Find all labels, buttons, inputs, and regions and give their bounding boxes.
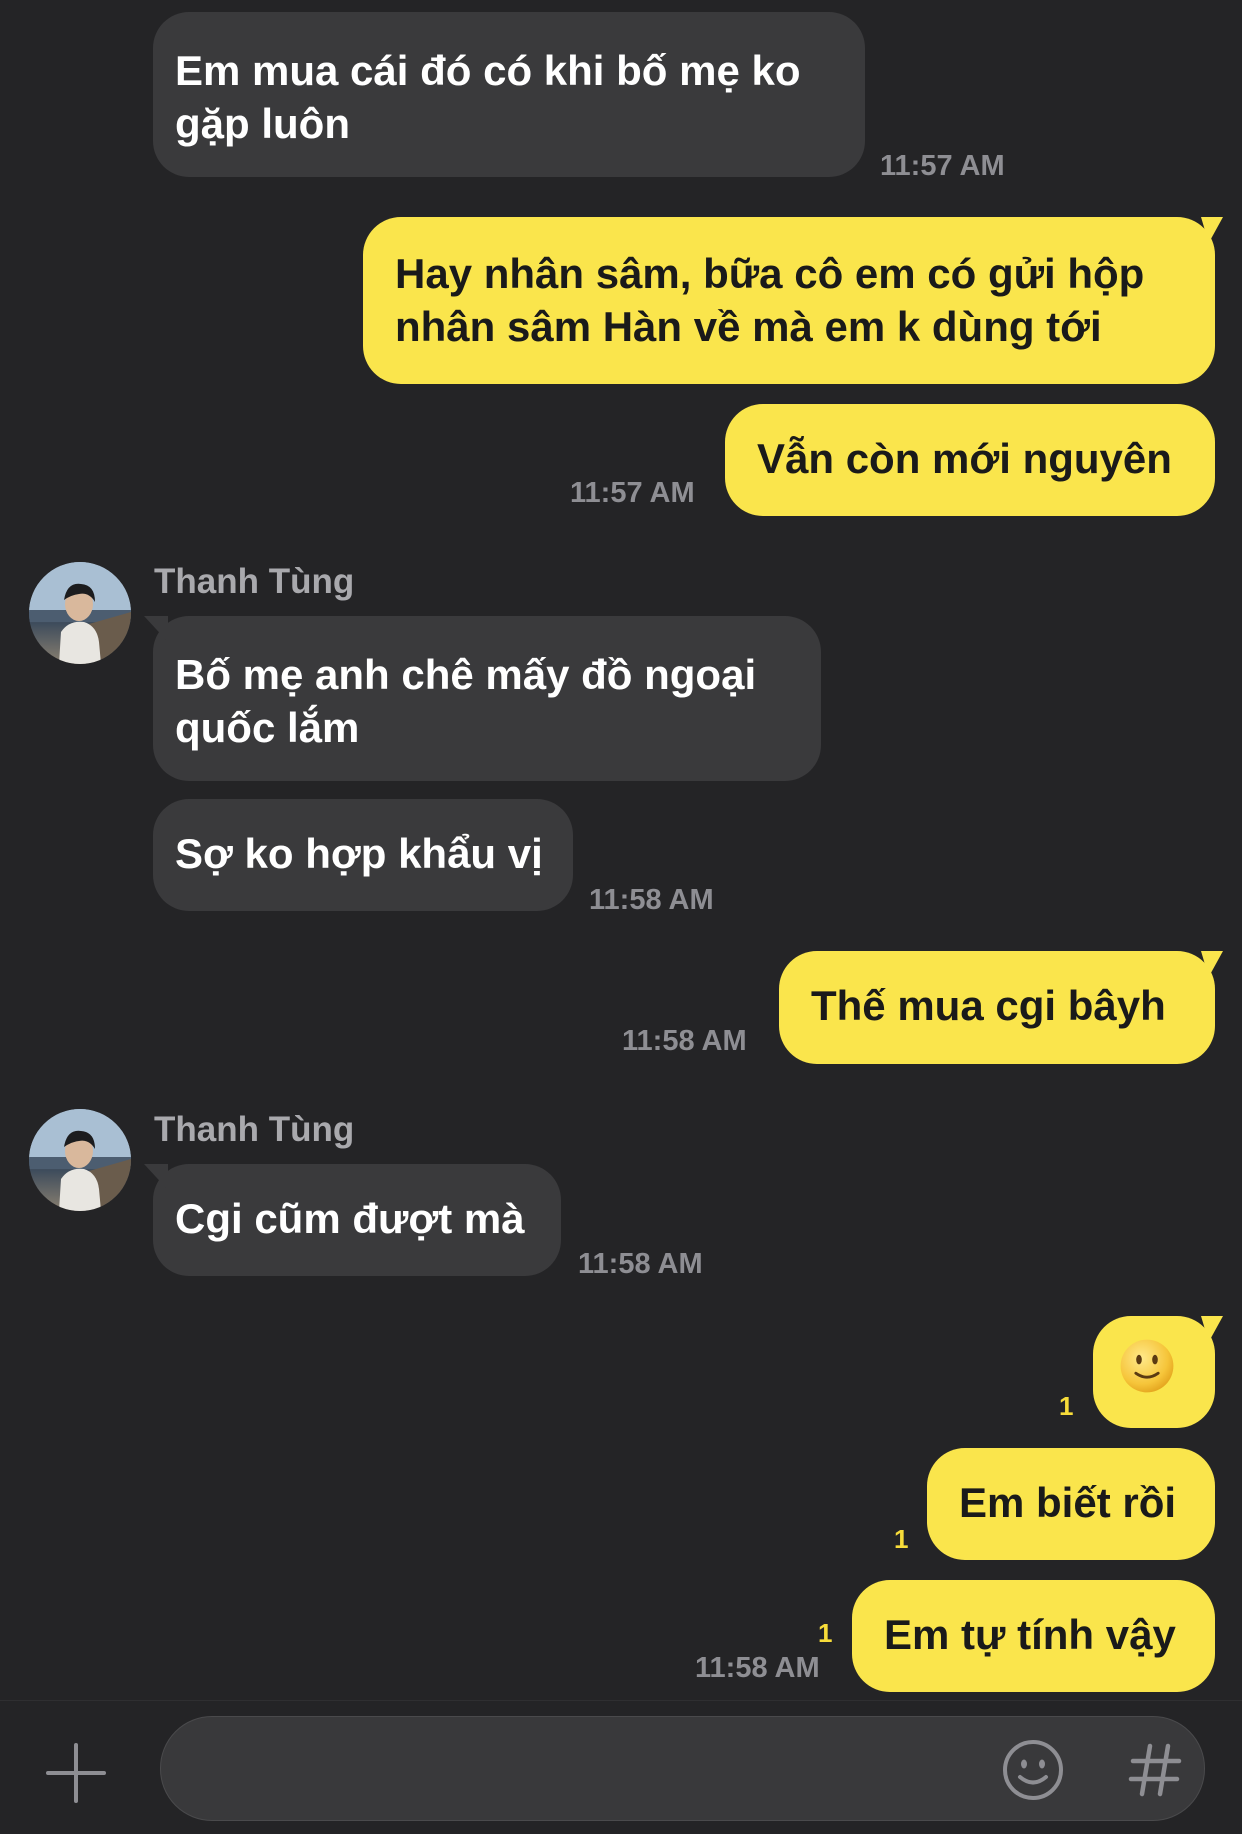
unread-count: 1 <box>818 1618 833 1648</box>
message-text: Sợ ko hợp khẩu vị <box>175 830 543 877</box>
message-time: 11:57 AM <box>570 477 695 509</box>
unread-count: 1 <box>894 1524 909 1554</box>
avatar-photo <box>29 1109 131 1211</box>
smiling-face-emoji-icon <box>1120 1339 1174 1393</box>
message-text: Em tự tính vậy <box>884 1611 1176 1658</box>
outgoing-message[interactable]: Hay nhân sâm, bữa cô em có gửi hộp nhân … <box>363 217 1215 384</box>
incoming-message[interactable]: Bố mẹ anh chê mấy đồ ngoại quốc lắm <box>153 616 821 781</box>
plus-icon[interactable] <box>44 1741 108 1805</box>
message-line: Bố mẹ anh chê mấy đồ ngoại <box>175 651 757 698</box>
avatar-photo <box>29 562 131 664</box>
message-composer <box>0 1700 1242 1834</box>
message-time: 11:58 AM <box>622 1025 747 1057</box>
incoming-message[interactable]: Sợ ko hợp khẩu vị <box>153 799 573 911</box>
sender-name: Thanh Tùng <box>154 1110 355 1149</box>
emoji-icon[interactable] <box>1001 1738 1065 1802</box>
incoming-message[interactable]: Cgi cũm đượt mà <box>153 1164 561 1276</box>
message-time: 11:57 AM <box>880 150 1005 182</box>
outgoing-message[interactable]: Em tự tính vậy <box>852 1580 1215 1692</box>
message-text: Vẫn còn mới nguyên <box>757 435 1172 482</box>
unread-count: 1 <box>1059 1391 1074 1421</box>
message-time: 11:58 AM <box>589 884 714 916</box>
contact-avatar[interactable] <box>29 1109 131 1211</box>
message-input-box[interactable] <box>160 1716 1205 1821</box>
outgoing-message[interactable] <box>1093 1316 1215 1428</box>
hashtag-icon[interactable] <box>1123 1738 1187 1802</box>
outgoing-message[interactable]: Em biết rồi <box>927 1448 1215 1560</box>
incoming-message[interactable]: Em mua cái đó có khi bố mẹ ko gặp luôn <box>153 12 865 177</box>
outgoing-message[interactable]: Thế mua cgi bâyh <box>779 951 1215 1064</box>
message-time: 11:58 AM <box>695 1652 820 1684</box>
message-line: Em mua cái đó có khi bố mẹ ko <box>175 47 801 94</box>
message-text: Cgi cũm đượt mà <box>175 1195 525 1242</box>
message-line: Hay nhân sâm, bữa cô em có gửi hộp <box>395 250 1145 297</box>
message-text: Em biết rồi <box>959 1479 1177 1526</box>
message-time: 11:58 AM <box>578 1248 703 1280</box>
contact-avatar[interactable] <box>29 562 131 664</box>
sender-name: Thanh Tùng <box>154 562 355 601</box>
message-line: quốc lắm <box>175 704 360 751</box>
outgoing-message[interactable]: Vẫn còn mới nguyên <box>725 404 1215 516</box>
message-line: gặp luôn <box>175 100 350 147</box>
message-input[interactable] <box>201 1737 965 1801</box>
message-line: nhân sâm Hàn về mà em k dùng tới <box>395 303 1102 350</box>
message-text: Thế mua cgi bâyh <box>811 982 1166 1029</box>
chat-area[interactable]: Em mua cái đó có khi bố mẹ ko gặp luôn 1… <box>0 0 1242 1700</box>
